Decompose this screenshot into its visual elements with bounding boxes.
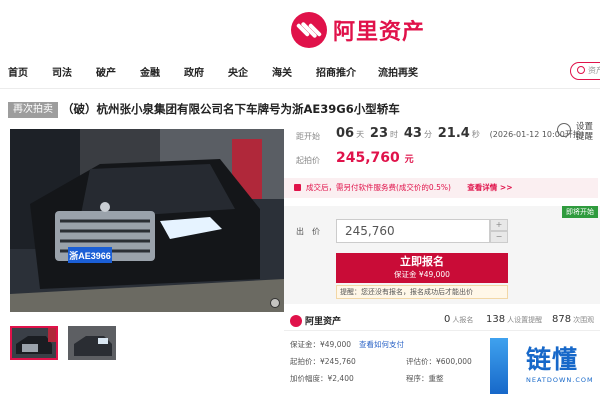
nav-item-judicial[interactable]: 司法: [52, 64, 72, 79]
nav-item-central-enterprise[interactable]: 央企: [228, 64, 248, 79]
watch-count: 878: [552, 314, 572, 325]
watch-stat-label: 次围观: [573, 316, 595, 324]
bottom-brand-name: 阿里资产: [305, 317, 342, 327]
minutes-unit: 分: [423, 130, 432, 139]
thumbnail-1[interactable]: [10, 326, 58, 360]
apply-label: 立即报名: [400, 255, 444, 268]
search-icon: [577, 66, 585, 74]
main-nav: 首页 司法 破产 金融 政府 央企 海关 招商推介 流拍再奖 资产: [0, 58, 600, 84]
countdown: 06 天 23 时 43 分 21.4 秒 (2026-01-12 10:00开拍): [336, 126, 584, 141]
deposit-info: 保证金：¥49,000 查看如何支付: [290, 339, 404, 350]
clock-icon: [557, 123, 571, 137]
search-placeholder: 资产: [588, 66, 600, 75]
thumbnail-photo-1: [12, 328, 56, 358]
remind-stat-label: 人设置提醒: [507, 316, 543, 324]
signup-stat-label: 人报名: [452, 316, 474, 324]
bid-decrease-button[interactable]: −: [490, 231, 508, 243]
brand-small-icon: [290, 314, 302, 327]
watermark-logo-icon: [490, 338, 508, 394]
deposit-text: 保证金：¥49,000: [290, 340, 352, 349]
payment-help-link[interactable]: 查看如何支付: [359, 340, 404, 349]
countdown-label: 距开始: [296, 132, 320, 141]
nav-item-customs[interactable]: 海关: [272, 64, 292, 79]
relist-tag: 再次拍卖: [8, 102, 58, 118]
thumbnail-photo-2: [68, 326, 116, 360]
watermark: 链懂 NEATDOWN.COM: [490, 330, 600, 396]
signup-stat: 0 人报名: [444, 314, 473, 325]
countdown-hours: 23: [369, 126, 389, 141]
nav-item-bankruptcy[interactable]: 破产: [96, 64, 116, 79]
seconds-unit: 秒: [471, 130, 480, 139]
reminder-label: 设置提醒: [576, 122, 594, 142]
bid-label: 出 价: [296, 227, 320, 236]
nav-item-finance[interactable]: 金融: [140, 64, 160, 79]
search-box[interactable]: 资产: [570, 62, 600, 80]
zoom-icon[interactable]: [270, 298, 280, 308]
start-price-label: 起拍价: [296, 156, 320, 165]
countdown-seconds: 21.4: [437, 126, 470, 141]
days-unit: 天: [356, 130, 365, 139]
status-badge: 即将开始: [562, 206, 598, 218]
signup-count: 0: [444, 314, 451, 325]
appraisal-info: 评估价：¥600,000: [406, 357, 472, 366]
service-fee-notice: 成交后，需另付软件服务费(成交价的0.5%) 查看详情 >>: [284, 178, 598, 198]
brand-name: 阿里资产: [333, 20, 426, 45]
license-plate: 浙AE3966: [69, 250, 111, 261]
car-photo: 浙AE3966: [10, 129, 284, 312]
start-price-value: 245,760: [336, 150, 400, 166]
remind-stat: 138 人设置提醒: [486, 314, 542, 325]
main-photo[interactable]: 浙AE3966: [10, 129, 284, 312]
signup-hint: 提醒：您还没有报名，报名成功后才能出价: [336, 285, 508, 299]
hours-unit: 时: [390, 130, 399, 139]
bid-input[interactable]: 245,760: [336, 219, 490, 243]
currency-unit: 元: [404, 155, 414, 165]
nav-divider: [0, 88, 600, 89]
apply-button[interactable]: 立即报名 保证金 ¥49,000: [336, 253, 508, 283]
watermark-subtitle: NEATDOWN.COM: [526, 376, 594, 384]
nav-item-government[interactable]: 政府: [184, 64, 204, 79]
deposit-line: 保证金 ¥49,000: [394, 270, 450, 279]
nav-item-investment[interactable]: 招商推介: [316, 64, 356, 79]
notice-text: 成交后，需另付软件服务费(成交价的0.5%): [306, 183, 451, 192]
procedure-info: 程序：重整: [406, 374, 444, 383]
page-title: （破）杭州张小泉集团有限公司名下车牌号为浙AE39G6小型轿车: [62, 102, 400, 116]
thumbnail-2[interactable]: [68, 326, 116, 360]
watermark-title: 链懂: [526, 345, 579, 374]
watch-stat: 878 次围观: [552, 314, 594, 325]
countdown-days: 06: [336, 126, 355, 141]
site-logo[interactable]: 阿里资产: [291, 12, 425, 48]
alibaba-assets-logo-icon: [291, 12, 327, 48]
nav-item-relist[interactable]: 流拍再奖: [378, 64, 418, 79]
nav-item-home[interactable]: 首页: [8, 64, 28, 79]
bottom-logo: 阿里资产: [290, 314, 341, 327]
increment-info: 加价幅度：¥2,400: [290, 374, 354, 383]
remind-count: 138: [486, 314, 506, 325]
bid-increase-button[interactable]: +: [490, 219, 508, 231]
notice-details-link[interactable]: 查看详情 >>: [467, 183, 512, 192]
start-price: 245,760 元: [336, 150, 414, 166]
start-price-info: 起拍价：¥245,760: [290, 357, 356, 366]
countdown-minutes: 43: [403, 126, 422, 141]
lock-icon: [294, 184, 301, 191]
